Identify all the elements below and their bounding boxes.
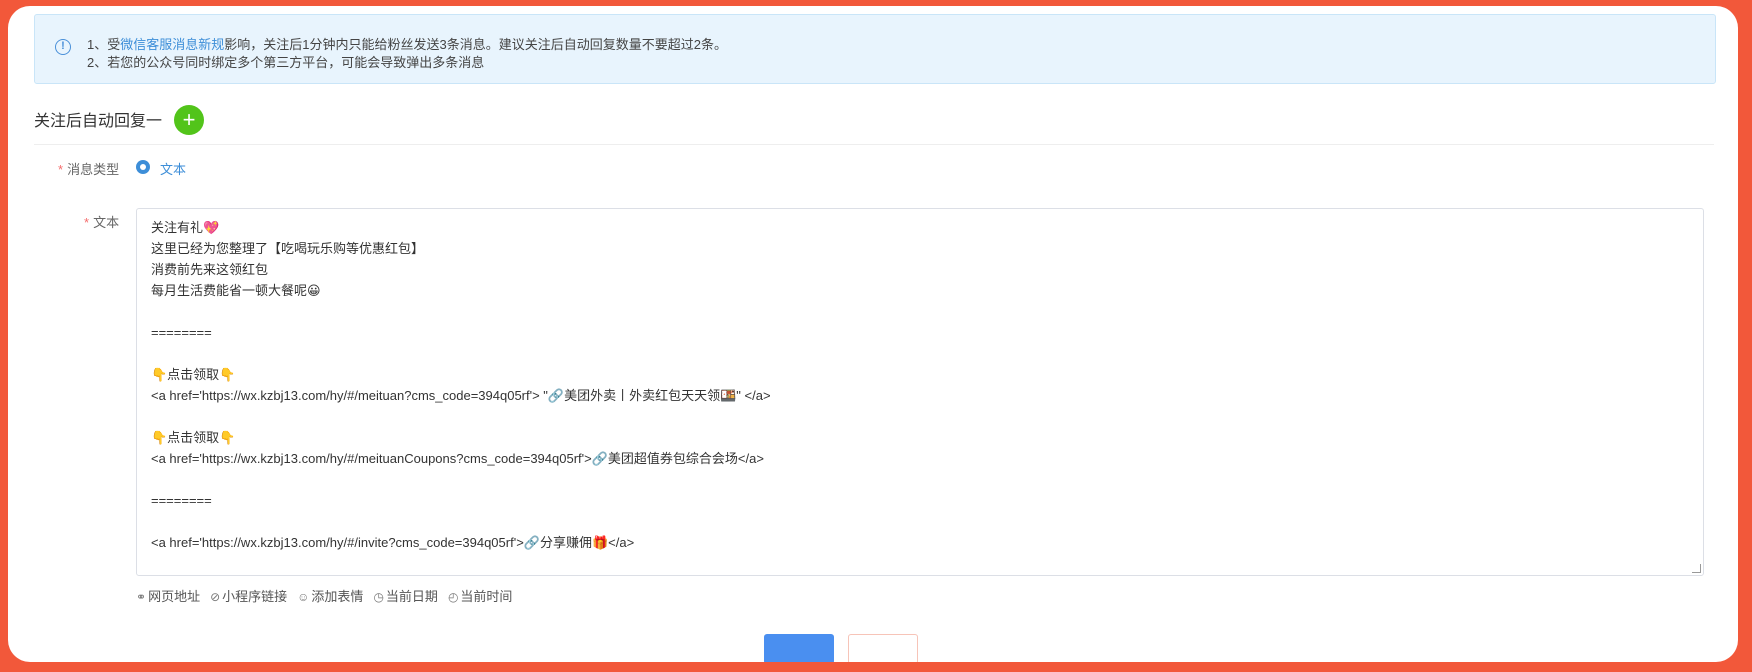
text-line: <a href='https://wx.kzbj13.com/hy/#/invi… <box>151 535 635 550</box>
message-text-area[interactable]: 关注有礼💖 这里已经为您整理了【吃喝玩乐购等优惠红包】 消费前先来这领红包每月生活费… <box>136 208 1704 576</box>
notice-line-1: 1、受微信客服消息新规影响，关注后1分钟内只能给粉丝发送3条消息。建议关注后自动… <box>87 34 727 53</box>
notice-line-1-prefix: 1、受 <box>87 37 121 52</box>
toolbar-item-link[interactable]: ⚭ 网页地址 <box>136 586 200 605</box>
notice-banner: ! 1、受微信客服消息新规影响，关注后1分钟内只能给粉丝发送3条消息。建议关注后… <box>34 14 1716 84</box>
text-line: <a href='https://wx.kzbj13.com/hy/#/meit… <box>151 388 771 403</box>
resize-handle-icon[interactable] <box>1692 564 1701 573</box>
mini-program-icon: ⊘ <box>210 590 221 604</box>
text-line: ======== <box>151 325 212 340</box>
toolbar-item-label: 小程序链接 <box>222 589 288 604</box>
app-frame: ! 1、受微信客服消息新规影响，关注后1分钟内只能给粉丝发送3条消息。建议关注后… <box>8 6 1738 662</box>
clock-icon: ◷ <box>373 590 384 604</box>
notice-line-1-suffix: 影响，关注后1分钟内只能给粉丝发送3条消息。建议关注后自动回复数量不要超过2条。 <box>224 37 727 52</box>
text-line: 这里已经为您整理了【吃喝玩乐购等优惠红包】 <box>151 241 425 256</box>
cancel-button[interactable] <box>848 634 918 662</box>
text-line: <a href='https://wx.kzbj13.com/hy/#/meit… <box>151 451 764 466</box>
notice-line-2: 2、若您的公众号同时绑定多个第三方平台，可能会导致弹出多条消息 <box>87 55 485 70</box>
text-line <box>151 343 1689 364</box>
text-label-text: 文本 <box>93 215 120 230</box>
text-line: 消费前先来这领红包 <box>151 262 269 277</box>
toolbar-item-label: 当前时间 <box>460 589 513 604</box>
text-line: 每月生活费能省一顿大餐呢😀 <box>151 283 321 298</box>
toolbar-item-label: 当前日期 <box>385 589 438 604</box>
toolbar-item-label: 添加表情 <box>311 589 364 604</box>
message-type-option-label[interactable]: 文本 <box>160 159 186 178</box>
text-line <box>151 406 1689 427</box>
message-type-radio-text[interactable] <box>136 160 150 174</box>
required-mark: * <box>58 162 64 177</box>
smiley-icon: ☺ <box>297 590 310 604</box>
text-line: 👇点击领取👇 <box>151 430 236 445</box>
section-title: 关注后自动回复一 <box>34 113 163 130</box>
text-line: 关注有礼💖 <box>151 220 220 235</box>
required-mark: * <box>84 215 90 230</box>
toolbar-item-timer[interactable]: ◴ 当前时间 <box>448 586 513 605</box>
divider <box>34 144 1714 145</box>
text-label: * 文本 <box>84 212 119 231</box>
link-icon: ⚭ <box>136 590 147 604</box>
text-line <box>151 511 1689 532</box>
text-line: ======== <box>151 493 212 508</box>
toolbar-item-smiley[interactable]: ☺ 添加表情 <box>297 586 363 605</box>
insert-toolbar: ⚭ 网页地址 ⊘ 小程序链接 ☺ 添加表情 ◷ 当前日期 ◴ 当前时间 <box>136 586 522 605</box>
timer-icon: ◴ <box>447 590 459 604</box>
text-line <box>151 301 1689 322</box>
plus-icon[interactable]: + <box>174 105 204 135</box>
toolbar-item-label: 网页地址 <box>148 589 201 604</box>
message-type-label: * 消息类型 <box>58 159 119 178</box>
text-line: 👇点击领取👇 <box>151 367 236 382</box>
toolbar-item-clock[interactable]: ◷ 当前日期 <box>373 586 438 605</box>
wechat-rule-link[interactable]: 微信客服消息新规 <box>120 37 224 52</box>
info-circle-icon: ! <box>55 39 71 55</box>
toolbar-item-mini-program[interactable]: ⊘ 小程序链接 <box>210 586 287 605</box>
message-type-label-text: 消息类型 <box>67 162 120 177</box>
save-button[interactable] <box>764 634 834 662</box>
text-line <box>151 469 1689 490</box>
